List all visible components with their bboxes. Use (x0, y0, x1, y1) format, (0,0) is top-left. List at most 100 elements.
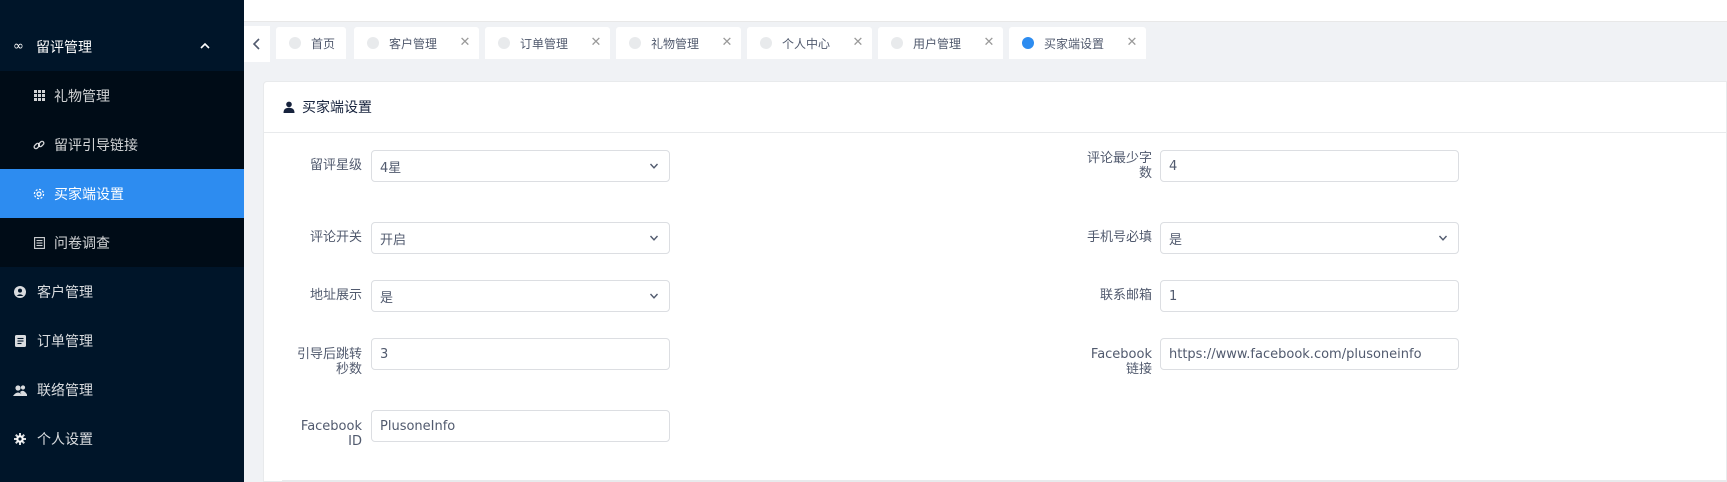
user-icon (282, 100, 296, 114)
sidebar-item-label: 问卷调查 (54, 235, 110, 252)
facebook-link-label: Facebook 链接 (1072, 347, 1152, 377)
label-line: 数 (1138, 166, 1152, 181)
address-show-select[interactable]: 是 (371, 280, 670, 312)
tab-home[interactable]: 首页 (276, 27, 346, 59)
label-line: 评论最少字 (1086, 151, 1152, 166)
document-icon (13, 334, 27, 347)
sidebar-item-label: 买家端设置 (54, 186, 124, 203)
phone-required-select[interactable]: 是 (1160, 222, 1459, 254)
redirect-seconds-input[interactable]: 3 (371, 338, 670, 370)
sidebar-item-gift-management[interactable]: 礼物管理 (0, 71, 244, 120)
list-icon (32, 236, 46, 249)
card-header: 买家端设置 (264, 82, 1726, 133)
sidebar-item-label: 个人设置 (37, 431, 93, 448)
tab-status-dot (629, 37, 641, 49)
address-show-label: 地址展示 (309, 288, 362, 303)
input-value: 3 (380, 346, 389, 362)
min-words-input[interactable]: 4 (1160, 150, 1459, 182)
sidebar-item-label: 留评引导链接 (54, 137, 138, 154)
input-value: https://www.facebook.com/plusoneinfo (1169, 346, 1422, 362)
close-icon[interactable]: ✕ (1126, 35, 1138, 50)
cog-icon (13, 432, 27, 445)
facebook-id-input[interactable]: PlusoneInfo (371, 410, 670, 442)
chevron-down-icon (649, 235, 659, 241)
contacts-icon (13, 384, 27, 396)
close-icon[interactable]: ✕ (590, 35, 602, 50)
tab-status-dot (891, 37, 903, 49)
label-line: 引导后跳转 (296, 347, 362, 362)
chevron-up-icon (200, 42, 210, 49)
chevron-left-icon (252, 38, 260, 50)
card-divider (282, 480, 1726, 481)
tab-user-management[interactable]: 用户管理 ✕ (878, 27, 1003, 59)
sidebar-item-order-management[interactable]: 订单管理 (0, 316, 244, 365)
sidebar-item-survey[interactable]: 问卷调查 (0, 218, 244, 267)
close-icon[interactable]: ✕ (721, 35, 733, 50)
card-title: 买家端设置 (302, 100, 372, 116)
tab-customer-management[interactable]: 客户管理 ✕ (354, 27, 479, 59)
sidebar-item-review-link[interactable]: 留评引导链接 (0, 120, 244, 169)
chevron-down-icon (649, 163, 659, 169)
sidebar-item-label: 礼物管理 (54, 88, 110, 105)
sidebar-item-label: 客户管理 (37, 284, 93, 301)
sidebar-item-label: 联络管理 (37, 382, 93, 399)
sidebar-item-buyer-settings[interactable]: 买家端设置 (0, 169, 244, 218)
input-value: 1 (1169, 288, 1178, 304)
tab-status-dot (498, 37, 510, 49)
select-value: 是 (380, 290, 394, 306)
tab-status-dot (289, 37, 301, 49)
sidebar-item-contact-management[interactable]: 联络管理 (0, 365, 244, 414)
label-line: Facebook (300, 419, 362, 434)
tab-status-dot (760, 37, 772, 49)
label-line: 秒数 (335, 362, 362, 377)
sidebar-group-label: 留评管理 (36, 39, 92, 56)
sidebar-item-label: 订单管理 (37, 333, 93, 350)
contact-email-input[interactable]: 1 (1160, 280, 1459, 312)
close-icon[interactable]: ✕ (852, 35, 864, 50)
input-value: 4 (1169, 158, 1178, 174)
facebook-link-input[interactable]: https://www.facebook.com/plusoneinfo (1160, 338, 1459, 370)
close-icon[interactable]: ✕ (459, 35, 471, 50)
tab-status-dot (1022, 37, 1034, 49)
input-value: PlusoneInfo (380, 418, 456, 434)
review-switch-label: 评论开关 (309, 230, 362, 245)
rating-star-select[interactable]: 4星 (371, 150, 670, 182)
user-circle-icon (13, 285, 27, 298)
link-icon (32, 139, 46, 151)
min-words-label: 评论最少字 数 (1072, 151, 1152, 181)
chevron-down-icon (1438, 235, 1448, 241)
tab-scroll-left-button[interactable] (244, 26, 270, 62)
tab-order-management[interactable]: 订单管理 ✕ (485, 27, 610, 59)
facebook-id-label: Facebook ID (282, 419, 362, 449)
gear-icon (32, 188, 46, 200)
tab-gift-management[interactable]: 礼物管理 ✕ (616, 27, 741, 59)
settings-card: 买家端设置 留评星级 4星 评论最少字 数 4 评论开关 开启 手机号必填 是 … (263, 81, 1727, 482)
sidebar: ∞ 留评管理 礼物管理 留评引导链接 买家端设置 问卷调查 客户管理 订单管理 … (0, 0, 244, 482)
top-header (244, 0, 1727, 22)
chevron-down-icon (649, 293, 659, 299)
phone-required-label: 手机号必填 (1086, 230, 1152, 245)
tab-label: 客户管理 (389, 36, 438, 51)
tab-label: 礼物管理 (651, 36, 700, 51)
grid-icon (32, 90, 46, 101)
contact-email-label: 联系邮箱 (1099, 288, 1152, 303)
tab-label: 个人中心 (782, 36, 831, 51)
tab-personal-center[interactable]: 个人中心 ✕ (747, 27, 872, 59)
select-value: 4星 (380, 160, 402, 176)
sidebar-item-customer-management[interactable]: 客户管理 (0, 267, 244, 316)
sidebar-group-review-management[interactable]: ∞ 留评管理 (0, 22, 244, 71)
redirect-seconds-label: 引导后跳转 秒数 (282, 347, 362, 377)
tab-buyer-settings[interactable]: 买家端设置 ✕ (1009, 27, 1146, 59)
rating-star-label: 留评星级 (309, 158, 362, 173)
sidebar-item-personal-settings[interactable]: 个人设置 (0, 414, 244, 463)
tab-label: 首页 (311, 36, 336, 51)
select-value: 开启 (380, 232, 407, 248)
label-line: 链接 (1125, 362, 1152, 377)
select-value: 是 (1169, 232, 1183, 248)
tab-label: 用户管理 (913, 36, 962, 51)
review-switch-select[interactable]: 开启 (371, 222, 670, 254)
tab-label: 买家端设置 (1044, 36, 1105, 51)
close-icon[interactable]: ✕ (983, 35, 995, 50)
tab-label: 订单管理 (520, 36, 569, 51)
tab-status-dot (367, 37, 379, 49)
